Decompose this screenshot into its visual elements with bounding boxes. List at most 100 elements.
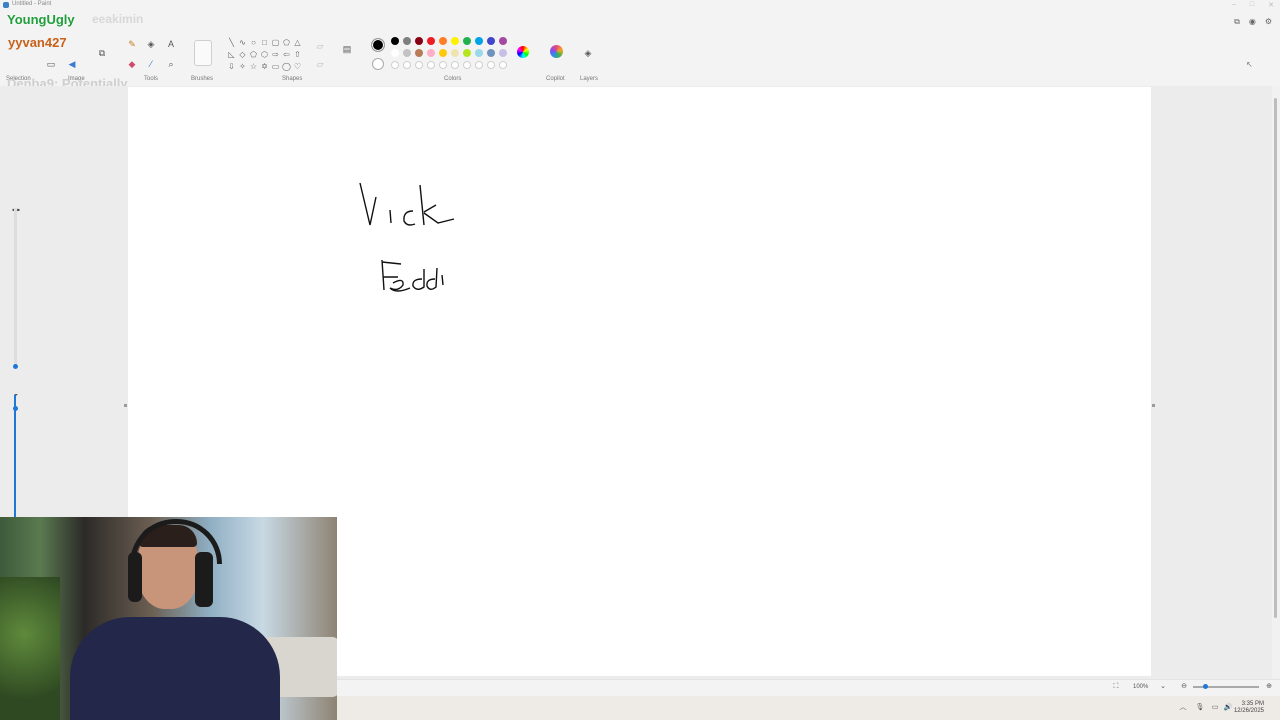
- color-swatch[interactable]: [439, 37, 447, 45]
- canvas-resize-handle-left[interactable]: [124, 404, 127, 407]
- brush-size-knob[interactable]: [13, 364, 18, 369]
- color-swatch[interactable]: [403, 49, 411, 57]
- share-icon[interactable]: ⧉: [1234, 17, 1240, 27]
- color-swatch[interactable]: [415, 49, 423, 57]
- color-swatch[interactable]: [487, 37, 495, 45]
- custom-color-swatch[interactable]: [427, 61, 435, 69]
- color-swatch[interactable]: [391, 37, 399, 45]
- custom-color-swatch[interactable]: [439, 61, 447, 69]
- custom-color-swatch[interactable]: [451, 61, 459, 69]
- five-point-star-shape-icon[interactable]: ☆: [248, 61, 259, 72]
- magnifier-icon[interactable]: ⌕: [165, 58, 177, 70]
- zoom-out-icon[interactable]: ⊖: [1178, 681, 1190, 693]
- shape-fill-icon[interactable]: ▱: [314, 40, 326, 52]
- chat-user-yyvan: yyvan427: [8, 35, 67, 50]
- settings-icon[interactable]: ⚙: [1265, 17, 1272, 27]
- group-label-layers: Layers: [580, 76, 599, 82]
- color-swatch[interactable]: [463, 49, 471, 57]
- pencil-icon[interactable]: ✎: [126, 38, 138, 50]
- hexagon-shape-icon[interactable]: ⬡: [259, 49, 270, 60]
- zoom-level[interactable]: 100%: [1133, 684, 1148, 690]
- fill-icon[interactable]: ◈: [145, 38, 157, 50]
- color-swatch[interactable]: [499, 49, 507, 57]
- tray-chevron-icon[interactable]: ︿: [1177, 702, 1189, 714]
- mouse-cursor-icon: ↖: [1246, 60, 1253, 69]
- headset-left-cup: [128, 552, 142, 602]
- resize-icon[interactable]: ▭: [45, 58, 57, 70]
- four-point-star-shape-icon[interactable]: ✧: [237, 61, 248, 72]
- handwriting-feddi-i: [441, 274, 444, 286]
- color-swatch[interactable]: [451, 49, 459, 57]
- callout-rect-shape-icon[interactable]: ▭: [270, 61, 281, 72]
- zoom-in-icon[interactable]: ⊕: [1263, 681, 1275, 693]
- eraser-icon[interactable]: ◆: [126, 58, 138, 70]
- color-swatch[interactable]: [427, 49, 435, 57]
- account-icon[interactable]: ◉: [1249, 17, 1256, 27]
- zoom-slider-knob[interactable]: [1203, 684, 1208, 689]
- shape-size-icon[interactable]: ▱: [314, 58, 326, 70]
- taskbar-clock[interactable]: 3:35 PM 12/26/2025: [1234, 701, 1264, 715]
- color-2-selector[interactable]: [372, 58, 384, 70]
- edit-colors-icon[interactable]: [517, 46, 529, 58]
- brushes-button[interactable]: [194, 40, 212, 66]
- minimize-button[interactable]: –: [1232, 1, 1236, 9]
- right-arrow-shape-icon[interactable]: ⇨: [270, 49, 281, 60]
- zoom-dropdown-icon[interactable]: ⌄: [1157, 681, 1169, 693]
- pentagon-shape-icon[interactable]: ⬠: [248, 49, 259, 60]
- shape-outline-icon[interactable]: ▤: [341, 43, 353, 55]
- polygon-shape-icon[interactable]: ⬠: [281, 37, 292, 48]
- layers-icon[interactable]: ◈: [582, 47, 594, 59]
- color-swatch[interactable]: [403, 37, 411, 45]
- close-button[interactable]: ✕: [1268, 1, 1274, 9]
- opacity-slider[interactable]: [14, 395, 16, 520]
- curve-shape-icon[interactable]: ∿: [237, 37, 248, 48]
- rotate-icon[interactable]: ◀: [66, 58, 78, 70]
- heart-shape-icon[interactable]: ♡: [292, 61, 303, 72]
- crop-icon[interactable]: ⧉: [96, 47, 108, 59]
- color-swatch[interactable]: [427, 37, 435, 45]
- line-shape-icon[interactable]: ╲: [226, 37, 237, 48]
- color-swatch[interactable]: [451, 37, 459, 45]
- title-bar: Untitled - Paint – □ ✕: [0, 0, 1280, 12]
- callout-oval-shape-icon[interactable]: ◯: [281, 61, 292, 72]
- custom-color-swatch[interactable]: [499, 61, 507, 69]
- triangle-shape-icon[interactable]: △: [292, 37, 303, 48]
- custom-color-swatch[interactable]: [391, 61, 399, 69]
- custom-color-swatch[interactable]: [415, 61, 423, 69]
- oval-shape-icon[interactable]: ○: [248, 37, 259, 48]
- canvas-resize-handle-right[interactable]: [1152, 404, 1155, 407]
- color-swatch[interactable]: [499, 37, 507, 45]
- network-icon[interactable]: ▭: [1209, 702, 1221, 714]
- custom-color-swatch[interactable]: [475, 61, 483, 69]
- text-tool-icon[interactable]: A: [165, 38, 177, 50]
- six-point-star-shape-icon[interactable]: ✡: [259, 61, 270, 72]
- brush-size-slider[interactable]: [14, 208, 17, 368]
- color-picker-icon[interactable]: ⁄: [145, 58, 157, 70]
- color-swatch[interactable]: [487, 49, 495, 57]
- custom-color-swatch[interactable]: [463, 61, 471, 69]
- scrollbar-thumb[interactable]: [1274, 98, 1277, 618]
- rectangle-shape-icon[interactable]: □: [259, 37, 270, 48]
- color-swatch[interactable]: [475, 49, 483, 57]
- custom-color-swatch[interactable]: [403, 61, 411, 69]
- vertical-scrollbar[interactable]: [1272, 86, 1280, 679]
- volume-icon[interactable]: 🔊: [1222, 702, 1234, 714]
- copilot-icon[interactable]: [550, 45, 563, 58]
- color-swatch[interactable]: [391, 49, 399, 57]
- rounded-rect-shape-icon[interactable]: ▢: [270, 37, 281, 48]
- fit-to-window-icon[interactable]: ⛶: [1110, 681, 1122, 693]
- microphone-icon[interactable]: 🎙: [1194, 702, 1206, 714]
- color-swatch[interactable]: [415, 37, 423, 45]
- up-arrow-shape-icon[interactable]: ⇧: [292, 49, 303, 60]
- down-arrow-shape-icon[interactable]: ⇩: [226, 61, 237, 72]
- clock-time: 3:35 PM: [1241, 701, 1264, 707]
- custom-color-swatch[interactable]: [487, 61, 495, 69]
- maximize-button[interactable]: □: [1250, 1, 1254, 9]
- color-swatch[interactable]: [475, 37, 483, 45]
- left-arrow-shape-icon[interactable]: ⇦: [281, 49, 292, 60]
- color-swatch[interactable]: [463, 37, 471, 45]
- color-1-selector[interactable]: [371, 38, 385, 52]
- right-triangle-shape-icon[interactable]: ◺: [226, 49, 237, 60]
- diamond-shape-icon[interactable]: ◇: [237, 49, 248, 60]
- color-swatch[interactable]: [439, 49, 447, 57]
